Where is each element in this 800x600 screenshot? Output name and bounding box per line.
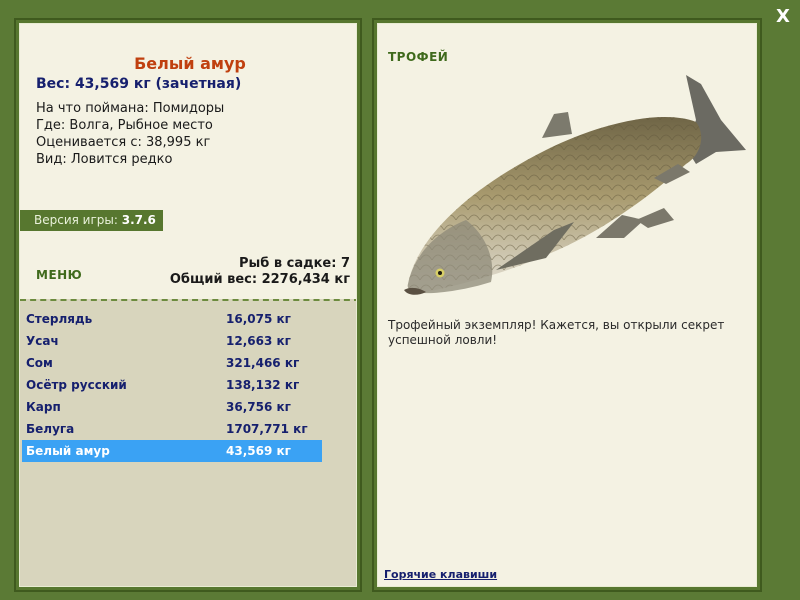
list-item-weight: 36,756 кг bbox=[226, 400, 291, 414]
fish-info: На что поймана: Помидоры Где: Волга, Рыб… bbox=[36, 100, 224, 168]
list-item[interactable]: Карп 36,756 кг bbox=[22, 396, 322, 418]
fish-kind: Вид: Ловится редко bbox=[36, 152, 173, 167]
catch-panel: Белый амур Вес: 43,569 кг (зачетная) На … bbox=[14, 18, 362, 592]
version-label: Версия игры: bbox=[34, 213, 118, 227]
list-item[interactable]: Осётр русский 138,132 кг bbox=[22, 374, 322, 396]
total-weight: Общий вес: 2276,434 кг bbox=[169, 272, 350, 287]
list-item-name: Карп bbox=[26, 400, 61, 414]
list-item-name: Стерлядь bbox=[26, 312, 93, 326]
catch-panel-inner: Белый амур Вес: 43,569 кг (зачетная) На … bbox=[19, 23, 357, 587]
catch-list: Стерлядь 16,075 кг Усач 12,663 кг Сом 32… bbox=[20, 299, 356, 586]
list-item-weight: 16,075 кг bbox=[226, 312, 291, 326]
list-item-weight: 321,466 кг bbox=[226, 356, 300, 370]
list-item-name: Белый амур bbox=[26, 444, 110, 458]
list-item-weight: 138,132 кг bbox=[226, 378, 300, 392]
list-item-name: Белуга bbox=[26, 422, 75, 436]
list-item-weight: 12,663 кг bbox=[226, 334, 291, 348]
version-value: 3.7.6 bbox=[121, 213, 156, 227]
trophy-text: Трофейный экземпляр! Кажется, вы открыли… bbox=[388, 318, 725, 347]
fish-weight: Вес: 43,569 кг (зачетная) bbox=[36, 76, 242, 92]
grass-carp-image bbox=[404, 75, 746, 295]
fish-place: Где: Волга, Рыбное место bbox=[36, 118, 213, 133]
keepnet-stats: Рыб в садке: 7 Общий вес: 2276,434 кг bbox=[170, 256, 350, 288]
list-item-name: Осётр русский bbox=[26, 378, 127, 392]
hotkeys-link[interactable]: Горячие клавиши bbox=[384, 568, 497, 581]
fish-value: Оценивается с: 38,995 кг bbox=[36, 135, 211, 150]
menu-button[interactable]: МЕНЮ bbox=[36, 268, 82, 282]
list-item-weight: 43,569 кг bbox=[226, 444, 291, 458]
fish-name: Белый амур bbox=[134, 54, 246, 73]
list-item[interactable]: Белуга 1707,771 кг bbox=[22, 418, 322, 440]
list-item[interactable]: Сом 321,466 кг bbox=[22, 352, 322, 374]
list-item-name: Усач bbox=[26, 334, 59, 348]
list-item-name: Сом bbox=[26, 356, 53, 370]
list-item-weight: 1707,771 кг bbox=[226, 422, 308, 436]
list-item-selected[interactable]: Белый амур 43,569 кг bbox=[22, 440, 322, 462]
version-badge: Версия игры: 3.7.6 bbox=[20, 210, 163, 231]
trophy-panel-inner: ТРОФЕЙ Трофейный экземпляр! Кажется, вы … bbox=[377, 23, 757, 587]
trophy-panel: ТРОФЕЙ Трофейный экземпляр! Кажется, вы … bbox=[372, 18, 762, 592]
fish-bait: На что поймана: Помидоры bbox=[36, 101, 225, 116]
list-item[interactable]: Стерлядь 16,075 кг bbox=[22, 308, 322, 330]
list-item[interactable]: Усач 12,663 кг bbox=[22, 330, 322, 352]
fish-count: Рыб в садке: 7 bbox=[238, 256, 350, 271]
close-button[interactable]: X bbox=[772, 6, 794, 28]
